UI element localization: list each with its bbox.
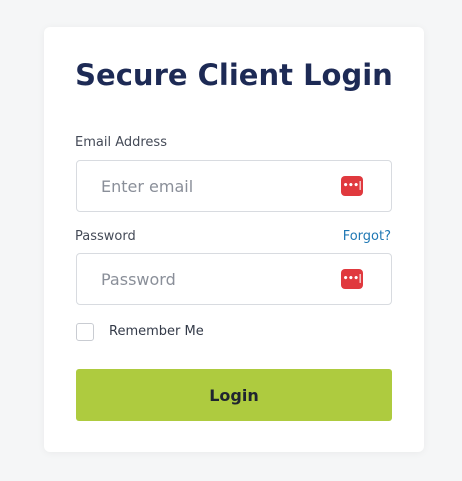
remember-me-label: Remember Me (109, 324, 204, 339)
page-title: Secure Client Login (75, 58, 393, 92)
password-label: Password (75, 229, 136, 244)
password-manager-icon[interactable]: •••| (341, 176, 363, 196)
password-manager-icon[interactable]: •••| (341, 269, 363, 289)
remember-me-checkbox[interactable] (76, 323, 94, 341)
password-field[interactable]: •••| (76, 253, 392, 305)
forgot-password-link[interactable]: Forgot? (343, 229, 391, 244)
email-input[interactable] (101, 161, 331, 211)
dots-icon: •••| (342, 180, 362, 191)
email-label: Email Address (75, 135, 167, 150)
login-button[interactable]: Login (76, 369, 392, 421)
login-card: Secure Client Login Email Address •••| P… (44, 27, 424, 452)
password-input[interactable] (101, 254, 331, 304)
dots-icon: •••| (342, 273, 362, 284)
email-field[interactable]: •••| (76, 160, 392, 212)
